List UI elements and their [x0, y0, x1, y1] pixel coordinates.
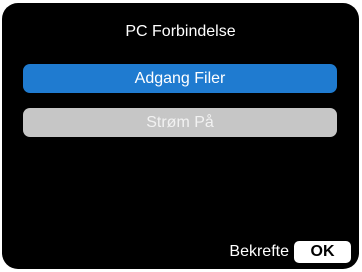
confirm-hint: Bekrefte OK	[229, 241, 351, 263]
menu-item-access-files[interactable]: Adgang Filer	[23, 64, 337, 93]
menu-item-power-on[interactable]: Strøm På	[23, 108, 337, 137]
confirm-label: Bekrefte	[229, 243, 289, 260]
device-screen: PC Forbindelse Adgang Filer Strøm På Bek…	[2, 3, 359, 269]
ok-button[interactable]: OK	[294, 241, 351, 263]
screen-title: PC Forbindelse	[125, 23, 236, 40]
